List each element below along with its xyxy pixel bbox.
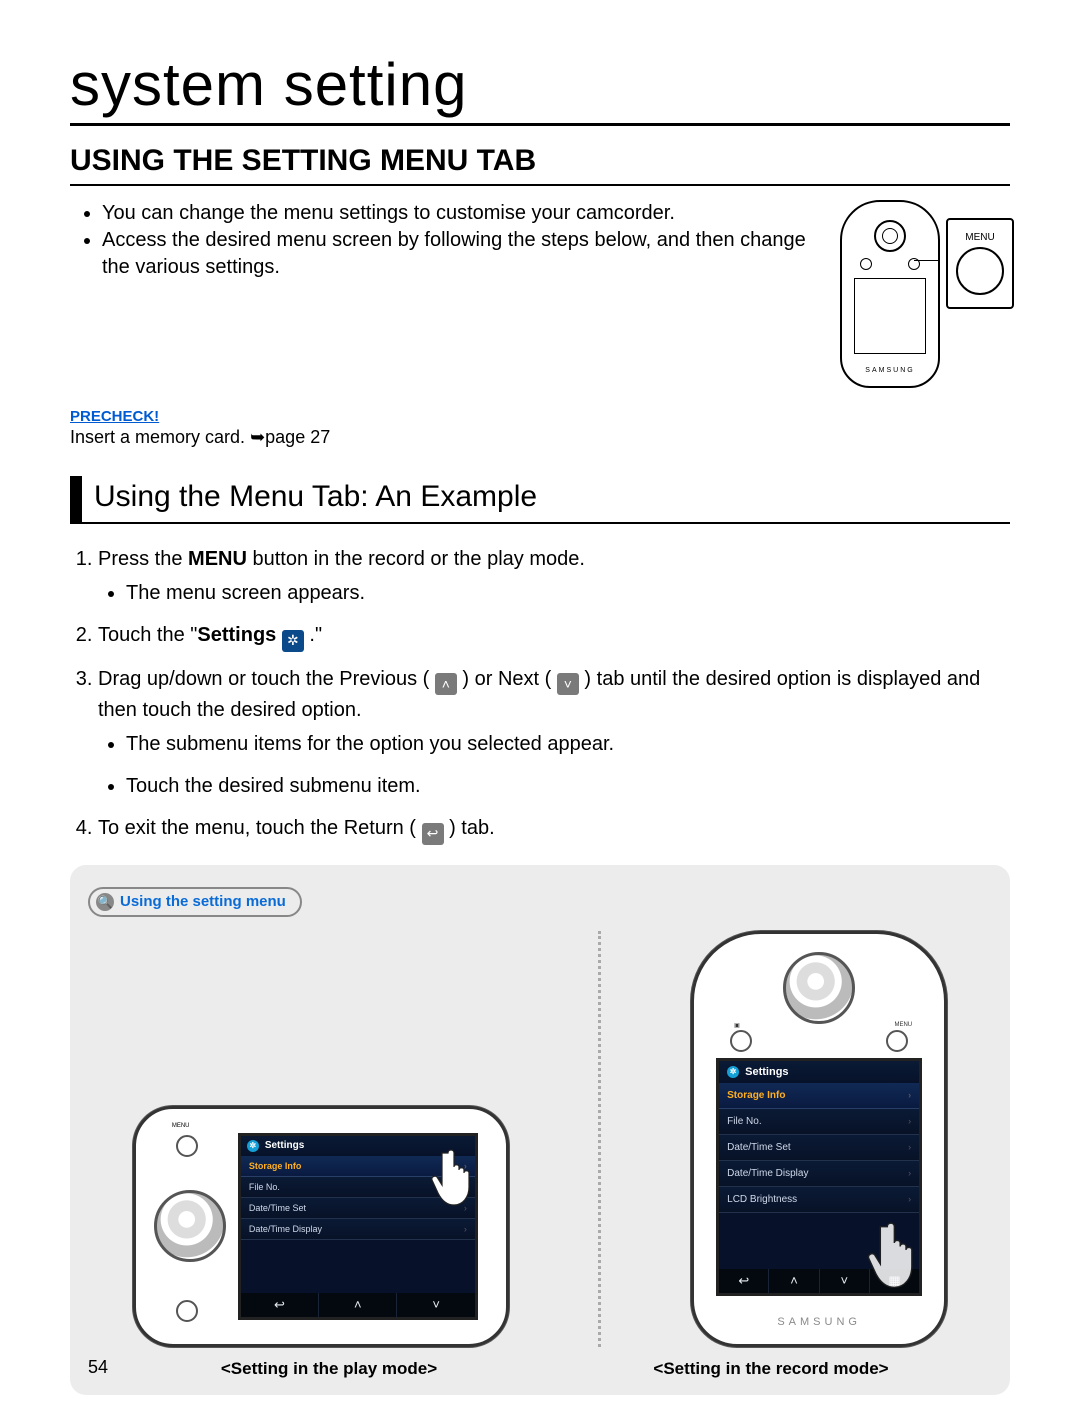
up-icon: ˄ [319,1293,397,1317]
return-icon: ↩ [241,1293,319,1317]
page-number: 54 [88,1357,108,1378]
illustration-panel: 🔍 Using the setting menu MENU SAMSUNG ✲S… [70,865,1010,1395]
return-icon: ↩ [422,823,444,845]
menu-item-date-time-set: Date/Time Set› [241,1198,475,1219]
hardware-button [176,1135,198,1157]
down-icon: ˅ [397,1293,474,1317]
hardware-button [176,1300,198,1322]
device-play-mode: MENU SAMSUNG ✲Settings Storage Info› Fil… [133,1106,509,1347]
lens-icon [783,952,855,1024]
brand-label: SAMSUNG [694,1316,944,1328]
menu-item-file-no: File No.› [241,1177,475,1198]
caption-play-mode: <Setting in the play mode> [108,1359,550,1379]
precheck-label: PRECHECK! [70,408,1010,425]
gear-icon: ✲ [282,630,304,652]
step-2: Touch the "Settings ✲ ." [98,620,1010,652]
previous-icon: ˄ [435,673,457,695]
gear-icon: ✲ [247,1140,259,1152]
menu-item-storage-info: Storage Info› [241,1156,475,1177]
screen-footer: ↩ ˄ ˅ ▦ [719,1269,919,1293]
intro-bullets: You can change the menu settings to cust… [70,200,820,281]
subsection-heading: Using the Menu Tab: An Example [70,476,1010,524]
return-icon: ↩ [719,1269,769,1293]
menu-item-lcd-brightness: LCD Brightness› [719,1187,919,1213]
screen-footer: ↩ ˄ ˅ [241,1293,475,1317]
hardware-button [886,1030,908,1052]
intro-bullet: Access the desired menu screen by follow… [102,227,820,281]
menu-item-date-time-display: Date/Time Display› [719,1161,919,1187]
page-title: system setting [70,50,1010,126]
camcorder-diagram: SAMSUNG MENU [840,200,1010,390]
gallery-icon: ▦ [870,1269,919,1293]
settings-screen: ✲Settings Storage Info› File No.› Date/T… [716,1058,922,1296]
step-1: Press the MENU button in the record or t… [98,544,1010,608]
section-heading: USING THE SETTING MENU TAB [70,144,1010,186]
steps-list: Press the MENU button in the record or t… [70,544,1010,845]
menu-item-storage-info: Storage Info› [719,1083,919,1109]
step-3-sub: Touch the desired submenu item. [126,771,1010,801]
step-1-sub: The menu screen appears. [126,578,1010,608]
next-icon: ˅ [557,673,579,695]
device-record-mode: ▣ MENU ✲Settings Storage Info› File No.›… [691,931,947,1347]
caption-record-mode: <Setting in the record mode> [550,1359,992,1379]
panel-pill: 🔍 Using the setting menu [88,887,302,917]
up-icon: ˄ [769,1269,819,1293]
menu-item-date-time-set: Date/Time Set› [719,1135,919,1161]
intro-bullet: You can change the menu settings to cust… [102,200,820,227]
precheck-text: Insert a memory card. ➥page 27 [70,427,1010,448]
hardware-button [730,1030,752,1052]
lens-icon [154,1190,226,1262]
gear-icon: ✲ [727,1066,739,1078]
menu-item-file-no: File No.› [719,1109,919,1135]
step-4: To exit the menu, touch the Return ( ↩ )… [98,813,1010,845]
menu-item-date-time-display: Date/Time Display› [241,1219,475,1240]
down-icon: ˅ [820,1269,870,1293]
magnifier-icon: 🔍 [96,893,114,911]
play-icon: ▣ [734,1022,740,1029]
step-3: Drag up/down or touch the Previous ( ˄ )… [98,664,1010,802]
menu-button-callout: MENU [946,218,1014,309]
menu-label: MENU [894,1022,912,1028]
step-3-sub: The submenu items for the option you sel… [126,729,1010,759]
settings-screen: ✲Settings Storage Info› File No.› Date/T… [238,1133,478,1320]
